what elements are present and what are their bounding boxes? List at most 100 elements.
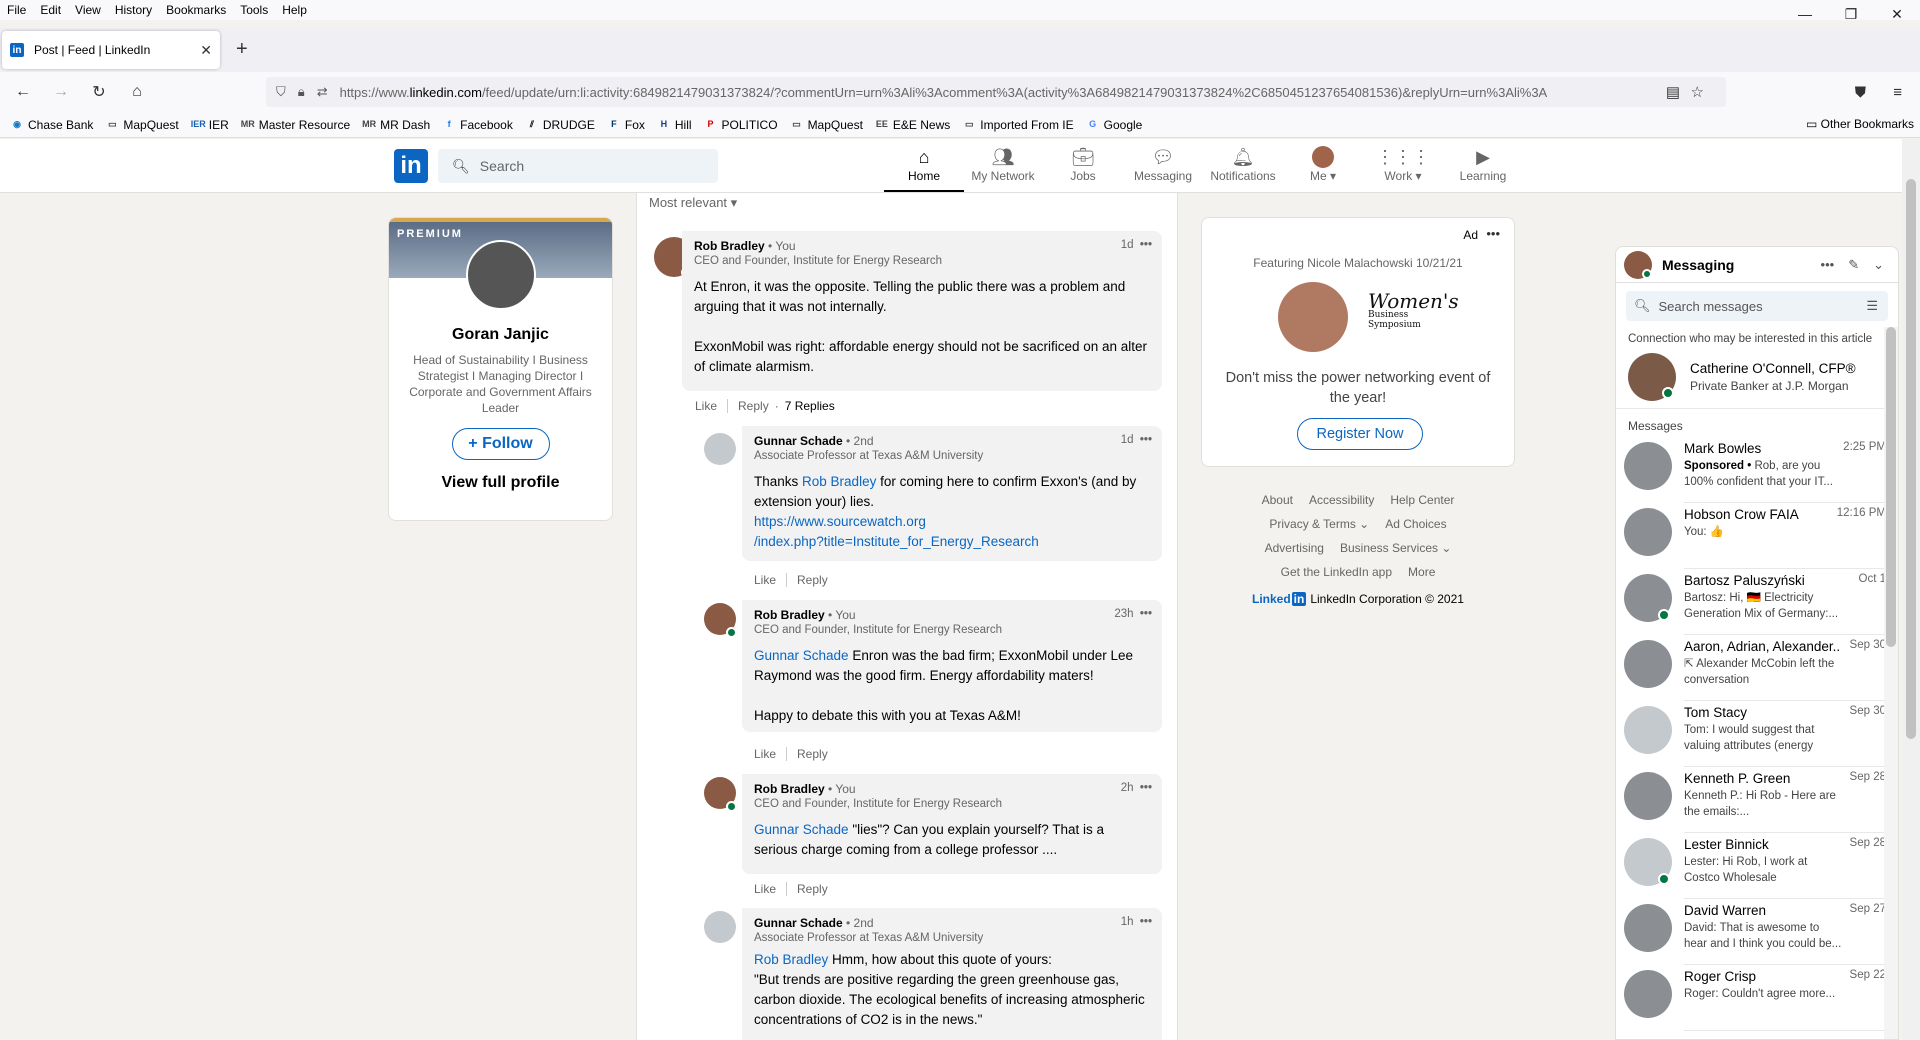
more-options-icon[interactable]: ••• [1140,239,1152,251]
reply-button[interactable]: Reply [797,573,828,587]
bookmark-item[interactable]: MR MR Dash [362,118,430,132]
linkedin-logo-icon[interactable]: in [394,149,428,183]
message-thread[interactable]: Hobson Crow FAIA 12:16 PM You: 👍 [1616,503,1898,569]
permissions-icon[interactable]: ⇄ [317,84,328,100]
avatar[interactable] [704,911,736,943]
pocket-icon[interactable]: ⛊ [1855,84,1866,101]
bookmark-item[interactable]: ⫽ DRUDGE [525,118,595,132]
browser-tab[interactable]: in Post | Feed | LinkedIn ✕ [2,31,220,69]
app-menu-icon[interactable]: ≡ [1893,84,1902,101]
nav-jobs[interactable]: 💼︎ Jobs [1043,145,1123,184]
footer-help-link[interactable]: Help Center [1390,493,1454,507]
url-link[interactable]: https://www.sourcewatch.org [754,514,926,529]
register-now-button[interactable]: Register Now [1297,418,1423,450]
restore-icon[interactable]: ❐ [1828,0,1874,28]
minimize-icon[interactable]: — [1782,0,1828,28]
bookmark-item[interactable]: ▭ MapQuest [105,118,179,132]
menu-help[interactable]: Help [275,3,314,17]
footer-accessibility-link[interactable]: Accessibility [1309,493,1374,507]
bookmark-item[interactable]: MR Master Resource [241,118,350,132]
message-thread[interactable]: Aaron, Adrian, Alexander... Sep 30 ⇱ Alexa… [1616,635,1898,701]
menu-edit[interactable]: Edit [33,3,68,17]
nav-learning[interactable]: ▶︎ Learning [1443,145,1523,184]
bookmark-star-icon[interactable]: ☆ [1691,83,1704,101]
url-bar[interactable]: ⛉ 🔒︎ ⇄ https://www.linkedin.com/feed/upd… [266,77,1726,107]
more-options-icon[interactable]: ••• [1140,434,1152,446]
ad-speaker-photo[interactable] [1278,282,1348,352]
nav-home[interactable]: ⌂ Home [884,145,964,184]
bookmark-item[interactable]: f Facebook [442,118,513,132]
back-icon[interactable]: ← [8,77,38,107]
search-input[interactable]: 🔍︎ Search [438,149,718,183]
bookmark-item[interactable]: P POLITICO [704,118,778,132]
scrollbar-thumb[interactable] [1886,327,1896,647]
menu-file[interactable]: File [0,3,33,17]
reader-view-icon[interactable]: ▤ [1666,83,1680,101]
messaging-header[interactable]: Messaging ••• ✎ ⌄ [1616,247,1898,283]
search-messages-input[interactable]: 🔍︎ Search messages ☰ [1626,291,1888,321]
bookmark-item[interactable]: EE E&E News [875,118,950,132]
like-button[interactable]: Like [754,573,776,587]
message-thread[interactable]: David Warren Sep 27 David: That is awesome… [1616,899,1898,965]
follow-button[interactable]: + Follow [451,428,550,460]
footer-advertising-link[interactable]: Advertising [1265,541,1324,555]
other-bookmarks[interactable]: ▭ Other Bookmarks [1806,117,1914,131]
chevron-down-icon[interactable]: ⌄ [1873,257,1884,273]
close-tab-icon[interactable]: ✕ [200,42,212,59]
suggested-connection[interactable]: Catherine O'Connell, CFP® Private Banker… [1616,347,1898,409]
reload-icon[interactable]: ↻ [84,77,114,107]
bookmark-item[interactable]: ▭ MapQuest [790,118,863,132]
more-options-icon[interactable]: ••• [1140,782,1152,794]
close-window-icon[interactable]: ✕ [1874,0,1920,28]
mention-link[interactable]: Rob Bradley [754,952,828,967]
author-name[interactable]: Rob Bradley [754,782,825,796]
footer-privacy-link[interactable]: Privacy & Terms ⌄ [1269,517,1369,531]
messaging-scrollbar[interactable] [1884,327,1898,1039]
new-tab-icon[interactable]: + [236,38,248,61]
menu-view[interactable]: View [68,3,108,17]
page-scrollbar[interactable] [1902,139,1920,1040]
menu-history[interactable]: History [108,3,159,17]
author-name[interactable]: Gunnar Schade [754,434,843,448]
menu-tools[interactable]: Tools [233,3,275,17]
reply-button[interactable]: Reply [738,399,769,413]
footer-app-link[interactable]: Get the LinkedIn app [1281,565,1392,579]
mention-link[interactable]: Gunnar Schade [754,648,849,663]
profile-avatar[interactable] [466,240,536,310]
bookmark-item[interactable]: F Fox [607,118,645,132]
message-thread[interactable]: Mark Bowles 2:25 PM Sponsored • Rob, are y… [1616,437,1898,503]
author-name[interactable]: Gunnar Schade [754,916,843,930]
bookmark-item[interactable]: H Hill [657,118,692,132]
sort-dropdown[interactable]: Most relevant ▾ [649,195,737,211]
scrollbar-thumb[interactable] [1906,179,1916,739]
message-thread[interactable]: Roger Crisp Sep 22 Roger: Couldn't agree m… [1616,965,1898,1031]
message-thread[interactable]: Lester Binnick Sep 28 Lester: Hi Rob, I wo… [1616,833,1898,899]
footer-more-link[interactable]: More [1408,565,1435,579]
bookmark-item[interactable]: IER IER [191,118,229,132]
reply-button[interactable]: Reply [797,747,828,761]
more-options-icon[interactable]: ••• [1486,226,1500,241]
nav-work[interactable]: ⋮⋮⋮ Work ▾ [1363,145,1443,184]
nav-me[interactable]: Me ▾ [1283,145,1363,183]
like-button[interactable]: Like [754,882,776,896]
home-browser-icon[interactable]: ⌂ [122,77,152,107]
reply-button[interactable]: Reply [797,882,828,896]
author-name[interactable]: Rob Bradley [754,608,825,622]
replies-count-button[interactable]: 7 Replies [785,399,835,413]
like-button[interactable]: Like [754,747,776,761]
profile-name[interactable]: Goran Janjic [389,326,612,344]
footer-about-link[interactable]: About [1262,493,1293,507]
author-name[interactable]: Rob Bradley [694,239,765,253]
compose-icon[interactable]: ✎ [1848,257,1859,273]
message-thread[interactable]: Bartosz Paluszyński Oct 1 Bartosz: Hi, 🇩🇪 … [1616,569,1898,635]
message-thread[interactable]: Kenneth P. Green Sep 28 Kenneth P.: Hi Rob… [1616,767,1898,833]
menu-bookmarks[interactable]: Bookmarks [159,3,233,17]
url-text[interactable]: https://www.linkedin.com/feed/update/urn… [340,85,1640,100]
bookmark-item[interactable]: ▭ Imported From IE [962,118,1074,132]
bookmark-item[interactable]: ◉ Chase Bank [10,118,93,132]
avatar[interactable] [704,433,736,465]
footer-business-link[interactable]: Business Services ⌄ [1340,541,1451,555]
like-button[interactable]: Like [695,399,717,413]
nav-my-network[interactable]: 👥︎ My Network [963,145,1043,184]
nav-notifications[interactable]: 🔔︎ Notifications [1203,145,1283,184]
